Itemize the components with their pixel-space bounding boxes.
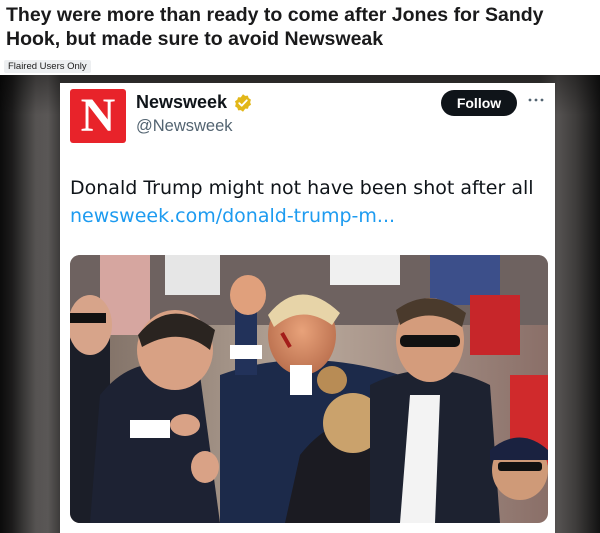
account-name[interactable]: Newsweek: [136, 91, 227, 113]
post-title[interactable]: They were more than ready to come after …: [6, 3, 598, 51]
account-handle[interactable]: @Newsweek: [136, 116, 233, 136]
logo-letter: N: [80, 89, 116, 142]
more-options-icon[interactable]: [526, 92, 546, 108]
verified-badge-icon: [235, 94, 251, 112]
newsweek-logo[interactable]: N: [70, 89, 126, 143]
tweet-photo[interactable]: [70, 255, 548, 523]
tweet-link[interactable]: newsweek.com/donald-trump-m...: [70, 204, 550, 228]
follow-button[interactable]: Follow: [441, 90, 517, 116]
tweet-text: Donald Trump might not have been shot af…: [70, 177, 534, 199]
embedded-tweet-card[interactable]: N Newsweek @Newsweek Follow Donald Trump…: [60, 83, 555, 533]
post-flair: Flaired Users Only: [4, 60, 91, 73]
photo-image: [70, 255, 548, 523]
